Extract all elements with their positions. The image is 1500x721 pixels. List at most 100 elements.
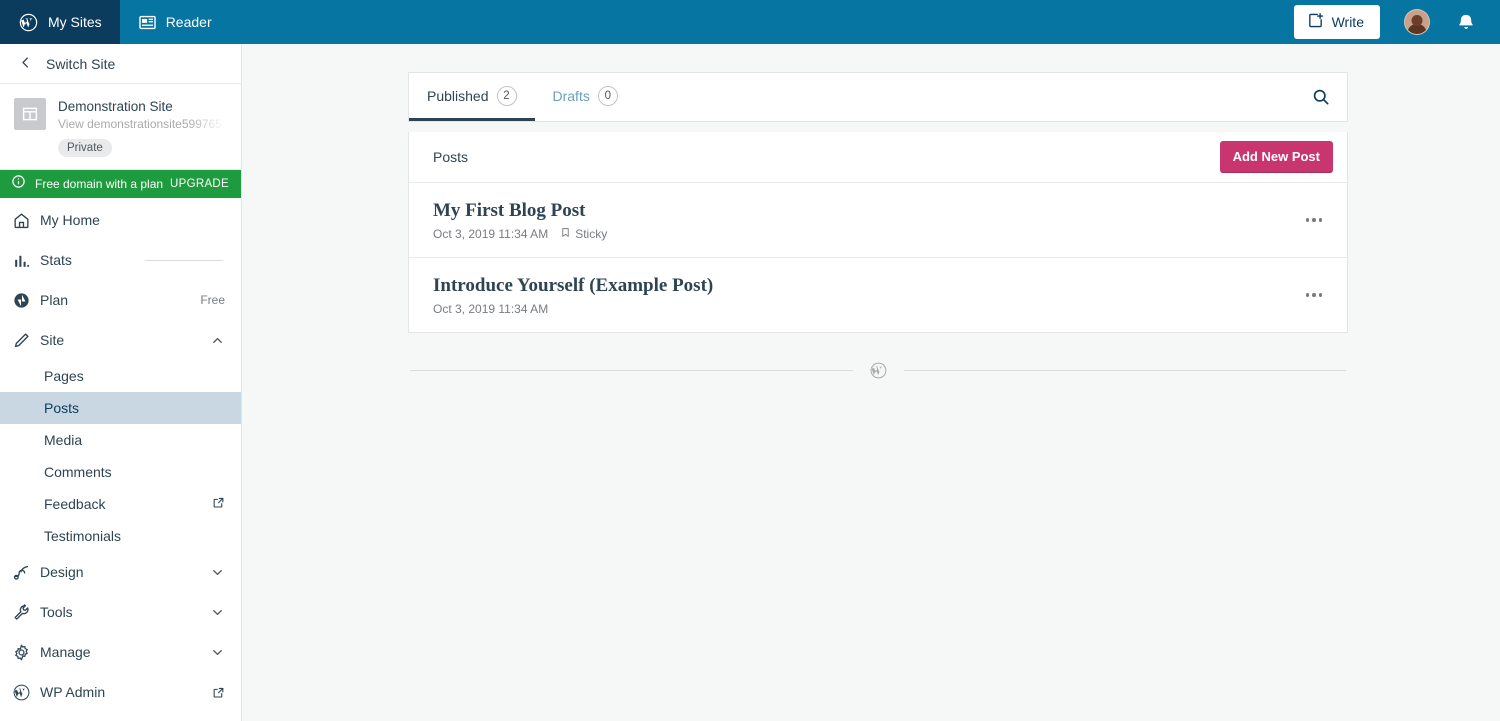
end-of-list-divider	[408, 361, 1348, 380]
tab-label: Published	[427, 88, 489, 104]
external-link-icon	[212, 686, 225, 699]
upgrade-banner-text: Free domain with a plan	[35, 177, 170, 191]
dot	[1306, 293, 1310, 297]
sidebar-item-design[interactable]: Design	[0, 552, 241, 592]
wordpress-admin-page: My Sites Reader	[0, 0, 1500, 721]
plan-jetpack-icon	[12, 291, 40, 310]
dot	[1312, 218, 1316, 222]
posts-tabs: Published 2 Drafts 0	[409, 73, 636, 121]
tab-count-badge: 2	[497, 86, 517, 106]
sidebar-item-site[interactable]: Site	[0, 320, 241, 360]
sidebar-item-pages[interactable]: Pages	[0, 360, 241, 392]
switch-site-button[interactable]: Switch Site	[0, 44, 241, 84]
upgrade-cta-label[interactable]: UPGRADE	[170, 178, 229, 190]
masthead-my-sites[interactable]: My Sites	[0, 0, 120, 44]
sidebar-item-stats[interactable]: Stats	[0, 240, 241, 280]
post-options-menu-icon[interactable]	[1295, 276, 1333, 314]
sidebar-item-my-home[interactable]: My Home	[0, 200, 241, 240]
design-brush-icon	[12, 563, 40, 582]
posts-tabs-card: Published 2 Drafts 0	[408, 72, 1348, 122]
post-title-link[interactable]: My First Blog Post	[433, 199, 1295, 223]
stats-sparkline	[145, 260, 223, 261]
site-meta: Demonstration Site View demonstrationsit…	[58, 98, 225, 132]
sidebar-item-label: WP Admin	[40, 684, 212, 700]
site-url: View demonstrationsite599765121.w	[58, 116, 225, 132]
site-thumbnail-icon	[14, 98, 46, 130]
tab-published[interactable]: Published 2	[409, 73, 535, 121]
wordpress-logo-icon	[18, 12, 39, 33]
masthead-my-sites-label: My Sites	[48, 14, 102, 30]
masthead-reader-label: Reader	[166, 14, 212, 30]
sidebar: Switch Site Demonstration Site View demo…	[0, 44, 242, 721]
chevron-up-icon	[210, 333, 225, 348]
bookmark-sticky-icon	[560, 227, 571, 241]
masthead-spacer	[230, 0, 1294, 44]
post-options-menu-icon[interactable]	[1295, 201, 1333, 239]
write-page-plus-icon	[1307, 12, 1324, 32]
plan-tier-label: Free	[200, 293, 225, 307]
external-link-icon	[212, 496, 225, 512]
post-meta: Oct 3, 2019 11:34 AM Sticky	[433, 227, 1295, 241]
sidebar-item-label: Comments	[44, 464, 225, 480]
tab-label: Drafts	[553, 88, 590, 104]
dot	[1319, 218, 1323, 222]
sidebar-item-label: Media	[44, 432, 225, 448]
wordpress-logo-icon	[12, 683, 40, 702]
sidebar-item-plan[interactable]: Plan Free	[0, 280, 241, 320]
masthead-bar: My Sites Reader	[0, 0, 1500, 44]
sticky-label: Sticky	[575, 227, 607, 241]
divider-line	[904, 370, 1347, 371]
pencil-edit-icon	[12, 331, 40, 350]
gear-settings-icon	[12, 643, 40, 662]
site-info-block[interactable]: Demonstration Site View demonstrationsit…	[0, 84, 241, 170]
bell-notification-icon[interactable]	[1444, 12, 1488, 32]
wrench-tools-icon	[12, 603, 40, 622]
sidebar-item-feedback[interactable]: Feedback	[0, 488, 241, 520]
write-button-label: Write	[1332, 14, 1364, 30]
table-row: Introduce Yourself (Example Post) Oct 3,…	[409, 258, 1347, 332]
sidebar-item-tools[interactable]: Tools	[0, 592, 241, 632]
upgrade-banner[interactable]: Free domain with a plan UPGRADE	[0, 170, 241, 198]
sidebar-item-media[interactable]: Media	[0, 424, 241, 456]
post-main: My First Blog Post Oct 3, 2019 11:34 AM …	[433, 199, 1295, 241]
tabs-spacer	[636, 73, 1295, 121]
home-icon	[12, 211, 40, 230]
sidebar-item-manage[interactable]: Manage	[0, 632, 241, 672]
wordpress-logo-icon	[869, 361, 888, 380]
chevron-left-icon	[18, 55, 33, 73]
sidebar-item-posts[interactable]: Posts	[0, 392, 241, 424]
sidebar-item-wp-admin[interactable]: WP Admin	[0, 672, 241, 712]
sidebar-item-label: Tools	[40, 604, 210, 620]
dot	[1319, 293, 1323, 297]
add-new-post-button[interactable]: Add New Post	[1220, 141, 1333, 173]
sidebar-item-label: Feedback	[44, 496, 212, 512]
sidebar-item-label: Stats	[40, 252, 145, 268]
sidebar-item-label: Pages	[44, 368, 225, 384]
info-circle-icon	[11, 174, 26, 194]
chevron-down-icon	[210, 565, 225, 580]
tab-drafts[interactable]: Drafts 0	[535, 73, 636, 121]
posts-list-header: Posts Add New Post	[409, 132, 1347, 183]
avatar[interactable]	[1404, 9, 1430, 35]
divider-line	[410, 370, 853, 371]
post-main: Introduce Yourself (Example Post) Oct 3,…	[433, 274, 1295, 316]
sidebar-item-comments[interactable]: Comments	[0, 456, 241, 488]
sidebar-item-label: Posts	[44, 400, 225, 416]
dot	[1306, 218, 1310, 222]
post-title-link[interactable]: Introduce Yourself (Example Post)	[433, 274, 1295, 298]
search-magnifier-icon[interactable]	[1295, 73, 1347, 121]
write-button[interactable]: Write	[1294, 5, 1380, 39]
sticky-tag: Sticky	[560, 227, 607, 241]
sidebar-item-testimonials[interactable]: Testimonials	[0, 520, 241, 552]
site-title: Demonstration Site	[58, 98, 225, 115]
masthead-reader[interactable]: Reader	[120, 0, 230, 44]
sidebar-item-label: Testimonials	[44, 528, 225, 544]
sidebar-item-label: Plan	[40, 292, 200, 308]
main-content: Published 2 Drafts 0	[242, 44, 1500, 721]
sidebar-item-label: Manage	[40, 644, 210, 660]
table-row: My First Blog Post Oct 3, 2019 11:34 AM …	[409, 183, 1347, 258]
posts-list-card: Posts Add New Post My First Blog Post Oc…	[408, 132, 1348, 333]
tab-count-badge: 0	[598, 86, 618, 106]
posts-panel: Published 2 Drafts 0	[408, 72, 1348, 380]
sidebar-item-label: Design	[40, 564, 210, 580]
